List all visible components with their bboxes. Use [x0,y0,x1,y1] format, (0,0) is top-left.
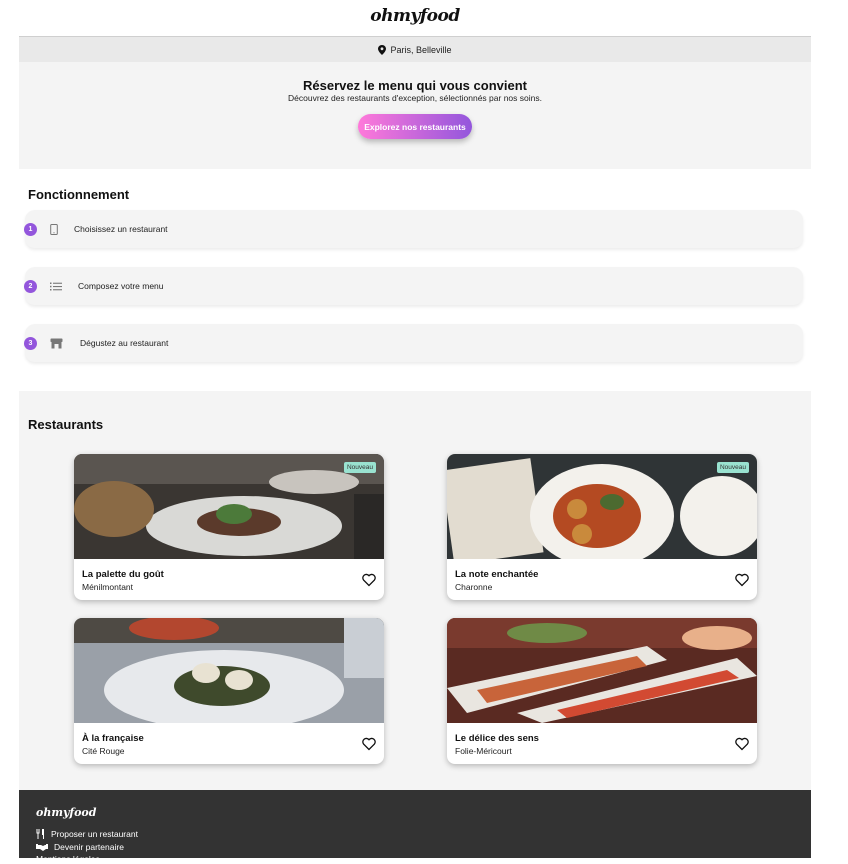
restaurant-card[interactable]: Nouveau La palette du goût Ménilmontant [74,454,384,600]
step-number: 1 [24,223,37,236]
footer-link-propose-restaurant[interactable]: Proposer un restaurant [36,829,138,839]
footer: ohmyfood Proposer un restaurant Devenir … [19,790,811,864]
mobile-phone-icon [47,222,61,236]
step-number: 3 [24,337,37,350]
footer-link-label: Proposer un restaurant [51,829,138,839]
restaurant-area: Cité Rouge [82,746,125,756]
hero-subtitle: Découvrez des restaurants d'exception, s… [288,93,542,103]
footer-brand: ohmyfood [36,806,97,819]
new-badge: Nouveau [343,462,376,473]
heart-icon[interactable] [735,737,749,751]
explore-restaurants-button[interactable]: Explorez nos restaurants [358,114,472,139]
brand-logo[interactable]: ohmyfood [19,6,811,26]
step-number: 2 [24,280,37,293]
how-it-works-title: Fonctionnement [28,187,130,202]
hero-banner: Réservez le menu qui vous convient Décou… [19,62,811,169]
storefront-icon [49,336,63,350]
utensils-icon [36,829,44,839]
restaurant-name: Le délice des sens [455,733,539,744]
footer-link-become-partner[interactable]: Devenir partenaire [36,842,124,852]
footer-link-label: Mentions légales [36,854,100,864]
step-3: 3 Dégustez au restaurant [24,324,803,362]
step-label: Choisissez un restaurant [74,224,168,234]
location-bar: Paris, Belleville [19,36,811,63]
hero-title: Réservez le menu qui vous convient [303,78,527,93]
page: ohmyfood Paris, Belleville Réservez le m… [19,0,811,864]
restaurant-name: La palette du goût [82,569,164,580]
step-label: Dégustez au restaurant [80,338,169,348]
restaurant-photo [74,618,384,723]
restaurant-area: Folie-Méricourt [455,746,512,756]
location-text: Paris, Belleville [390,45,452,55]
restaurant-name: La note enchantée [455,569,539,580]
heart-icon[interactable] [735,573,749,587]
restaurant-name: À la française [82,733,144,744]
restaurant-card[interactable]: Nouveau La note enchantée Charonne [447,454,757,600]
footer-link-legal[interactable]: Mentions légales [36,854,100,864]
handshake-icon [36,844,48,851]
restaurant-card[interactable]: Le délice des sens Folie-Méricourt [447,618,757,764]
step-label: Composez votre menu [78,281,164,291]
restaurant-photo [447,454,757,559]
heart-icon[interactable] [362,737,376,751]
step-2: 2 Composez votre menu [24,267,803,305]
restaurant-area: Ménilmontant [82,582,134,592]
restaurant-card[interactable]: À la française Cité Rouge [74,618,384,764]
list-icon [49,279,63,293]
restaurants-title: Restaurants [28,417,104,432]
restaurant-photo [447,618,757,723]
map-pin-icon [378,45,387,55]
heart-icon[interactable] [362,573,376,587]
new-badge: Nouveau [716,462,749,473]
restaurant-area: Charonne [455,582,493,592]
footer-link-label: Devenir partenaire [54,842,124,852]
restaurant-photo [74,454,384,559]
restaurants-section: Restaurants Nouveau La palette du goût M… [19,391,811,790]
step-1: 1 Choisissez un restaurant [24,210,803,248]
